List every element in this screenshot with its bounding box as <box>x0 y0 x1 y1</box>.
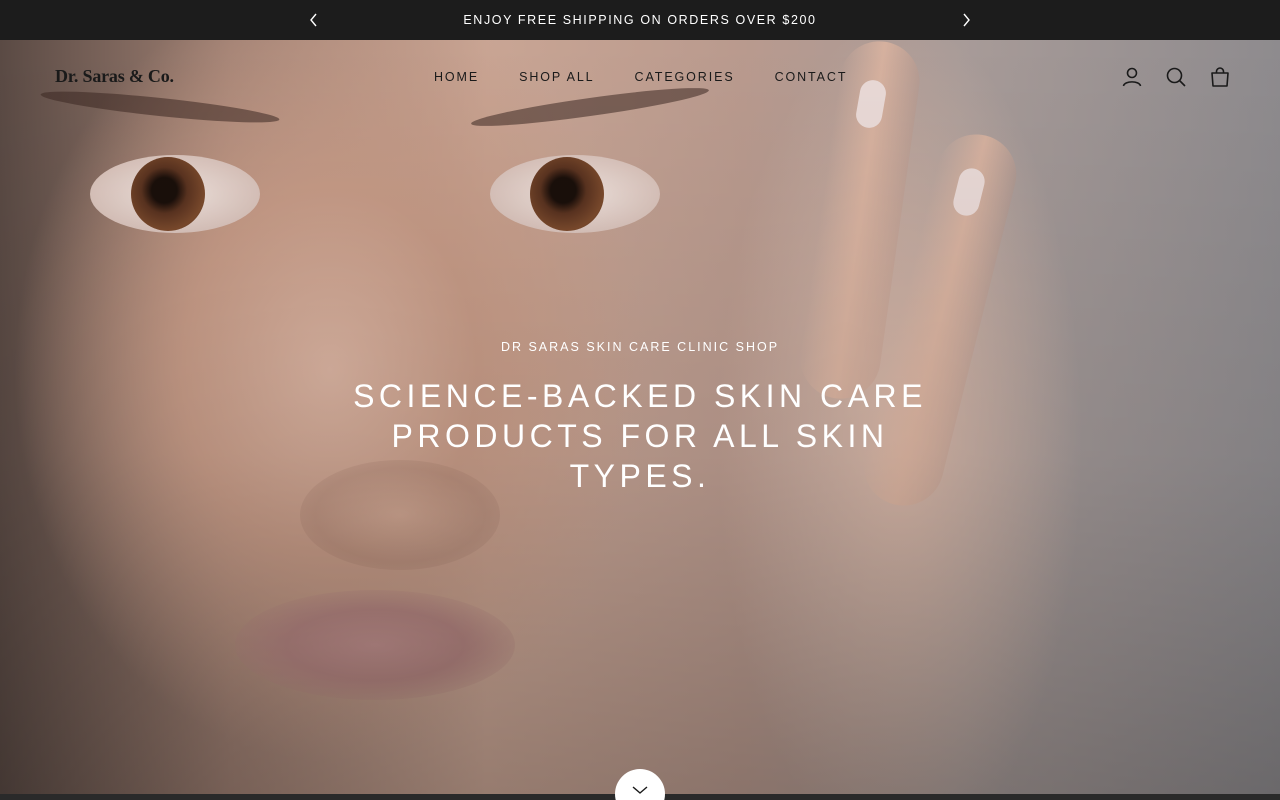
chevron-right-icon <box>963 13 970 27</box>
announcement-bar: ENJOY FREE SHIPPING ON ORDERS OVER $200 <box>0 0 1280 40</box>
site-logo[interactable]: Dr. Saras & Co. <box>55 66 174 87</box>
chevron-left-icon <box>310 13 317 27</box>
nav-item-categories[interactable]: CATEGORIES <box>635 70 735 84</box>
header-actions <box>1120 65 1232 89</box>
nav-item-home[interactable]: HOME <box>434 70 479 84</box>
site-header: Dr. Saras & Co. HOME SHOP ALL CATEGORIES… <box>0 40 1280 116</box>
hero-title: SCIENCE-BACKED SKIN CARE PRODUCTS FOR AL… <box>353 378 927 494</box>
account-icon[interactable] <box>1120 65 1144 89</box>
announcement-text: ENJOY FREE SHIPPING ON ORDERS OVER $200 <box>463 13 817 27</box>
announcement-next-button[interactable] <box>956 10 976 30</box>
main-nav: HOME SHOP ALL CATEGORIES CONTACT <box>434 70 847 84</box>
chevron-down-icon <box>632 786 648 794</box>
search-icon[interactable] <box>1164 65 1188 89</box>
nav-item-shop-all[interactable]: SHOP ALL <box>519 70 594 84</box>
hero-subheading: DR SARAS SKIN CARE CLINIC SHOP <box>500 340 780 354</box>
cart-icon[interactable] <box>1208 65 1232 89</box>
announcement-prev-button[interactable] <box>304 10 324 30</box>
nav-item-contact[interactable]: CONTACT <box>775 70 848 84</box>
